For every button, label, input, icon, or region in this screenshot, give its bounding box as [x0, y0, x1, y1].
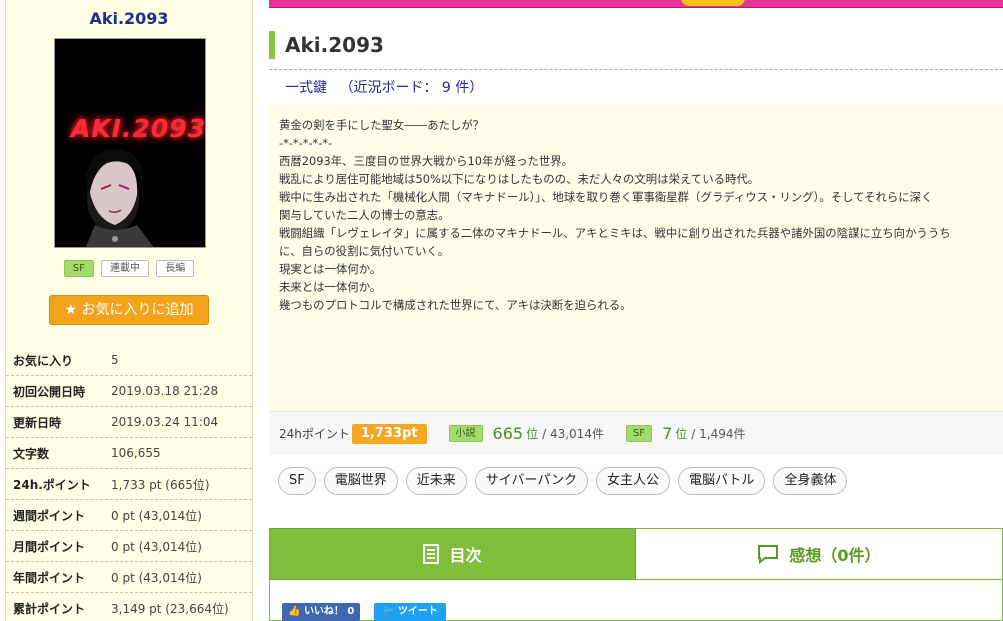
add-favorite-button[interactable]: ★ お気に入りに追加 [49, 295, 209, 325]
stat-value: 2019.03.18 21:28 [111, 384, 219, 398]
stat-label: お気に入り [13, 353, 74, 368]
stat-value: 106,655 [111, 446, 161, 460]
thumbs-up-icon: 👍 [288, 606, 301, 617]
stat-value: 0 pt (43,014位) [111, 508, 202, 523]
stat-label: 更新日時 [13, 415, 62, 430]
keyword-tag[interactable]: 電脳世界 [323, 467, 398, 495]
tab-table-of-contents[interactable]: 目次 [269, 528, 636, 580]
content-tabs: 目次 感想（0件） [269, 528, 1003, 580]
tab-impressions-label: 感想（0件） [789, 546, 881, 565]
comment-icon [757, 544, 779, 564]
rank-sf-number: 7 [662, 424, 673, 443]
like-label: いいね！ 0 [303, 606, 355, 617]
stat-label: 初回公開日時 [13, 384, 86, 399]
genre-tag-sf[interactable]: SF [63, 260, 94, 277]
rank-novel-total: / 43,014件 [542, 427, 604, 441]
tweet-button[interactable]: 🐦 ツイート [374, 603, 446, 621]
star-icon: ★ [64, 302, 78, 318]
author-line: 一式鍵 （近況ボード： 9 件） [285, 77, 483, 97]
work-info-sidebar: Aki.2093 AKI.2093 SF 連載中 長編 ★ お気に入りに追加 お… [5, 0, 253, 621]
points-ranking-bar: 24hポイント 1,733pt 小説 665 位 / 43,014件 SF 7 … [269, 411, 1003, 455]
author-link[interactable]: 一式鍵 [285, 80, 327, 96]
work-title-block: Aki.2093 [269, 31, 1003, 59]
stat-label: 週間ポイント [13, 508, 86, 523]
keyword-tag[interactable]: 女主人公 [596, 467, 671, 495]
board-link[interactable]: （近況ボード： 9 件） [339, 80, 483, 96]
24h-points-label: 24hポイント [279, 427, 350, 441]
rank-sf-total: / 1,494件 [691, 427, 746, 441]
cover-character-illustration [85, 148, 154, 247]
stat-label: 24h.ポイント [13, 477, 91, 492]
twitter-bird-icon: 🐦 [382, 606, 395, 617]
sidebar-work-title[interactable]: Aki.2093 [6, 9, 252, 31]
synopsis-line: 黄金の剣を手にした聖女――あたしが？ [279, 118, 485, 132]
stat-label: 月間ポイント [13, 539, 86, 554]
synopsis-line: 西暦2093年、三度目の世界大戦から10年が経った世界。 [279, 154, 574, 168]
length-tag-long: 長編 [156, 260, 195, 277]
stat-row-updated: 更新日時 2019.03.24 11:04 [6, 407, 252, 438]
stat-value: 2019.03.24 11:04 [111, 415, 219, 429]
page-title: Aki.2093 [285, 33, 384, 57]
stat-row-yearly-points: 年間ポイント 0 pt (43,014位) [6, 562, 252, 593]
stat-label: 文字数 [13, 446, 50, 461]
stat-row-favorites: お気に入り 5 [6, 345, 252, 376]
synopsis-line: -*-*-*-*-*- [279, 136, 333, 150]
banner-decoration [681, 0, 745, 6]
rank-novel-number: 665 [492, 424, 524, 443]
rank-category-novel[interactable]: 小説 [448, 425, 483, 442]
add-favorite-label: お気に入りに追加 [81, 302, 194, 318]
tab-impressions[interactable]: 感想（0件） [636, 528, 1003, 580]
stat-label: 年間ポイント [13, 570, 86, 585]
synopsis-line: 関与していた二人の博士の意志。 [279, 208, 450, 222]
rank-sf-unit: 位 [675, 427, 688, 441]
keyword-tag[interactable]: 近未来 [405, 467, 467, 495]
synopsis-line: 未来とは一体何か。 [279, 280, 382, 294]
synopsis-line: 現実とは一体何か。 [279, 262, 382, 276]
stat-value: 3,149 pt (23,664位) [111, 601, 229, 616]
status-tag-serializing: 連載中 [101, 260, 150, 277]
genre-tags: SF 連載中 長編 [6, 260, 252, 277]
synopsis-line: 戦中に生み出された「機械化人間（マキナドール）」、地球を取り巻く軍事衛星群（グラ… [279, 190, 933, 204]
stat-row-24h-points: 24h.ポイント 1,733 pt (665位) [6, 469, 252, 500]
stats-list: お気に入り 5 初回公開日時 2019.03.18 21:28 更新日時 201… [6, 345, 252, 621]
top-banner[interactable] [269, 0, 1003, 8]
tweet-label: ツイート [397, 606, 438, 617]
stat-row-char-count: 文字数 106,655 [6, 438, 252, 469]
rank-category-sf[interactable]: SF [625, 425, 653, 442]
keyword-tag[interactable]: 全身義体 [773, 467, 848, 495]
stat-value: 0 pt (43,014位) [111, 570, 202, 585]
title-divider [269, 69, 1003, 70]
keyword-tag[interactable]: 電脳バトル [678, 467, 766, 495]
synopsis-line: 戦闘組織「レヴェレイタ」に属する二体のマキナドール、アキとミキは、戦中に創り出さ… [279, 226, 951, 240]
facebook-like-button[interactable]: 👍 いいね！ 0 [282, 603, 361, 621]
synopsis-line: に、自らの役割に気付いていく。 [279, 244, 450, 258]
stat-value: 0 pt (43,014位) [111, 539, 202, 554]
stat-value: 5 [111, 353, 119, 367]
document-icon [423, 544, 440, 564]
synopsis-line: 戦乱により居住可能地域は50%以下になりはしたものの、未だ人々の文明は栄えている… [279, 172, 760, 186]
rank-novel-unit: 位 [526, 427, 539, 441]
stat-row-monthly-points: 月間ポイント 0 pt (43,014位) [6, 531, 252, 562]
keyword-tag[interactable]: SF [278, 467, 316, 495]
stat-row-total-points: 累計ポイント 3,149 pt (23,664位) [6, 593, 252, 621]
tab-toc-label: 目次 [449, 546, 482, 565]
stat-row-first-published: 初回公開日時 2019.03.18 21:28 [6, 376, 252, 407]
keyword-tag-list: SF 電脳世界 近未来 サイバーパンク 女主人公 電脳バトル 全身義体 [278, 467, 998, 495]
synopsis-line: 幾つものプロトコルで構成された世界にて、アキは決断を迫られる。 [279, 298, 632, 312]
synopsis-box: 黄金の剣を手にした聖女――あたしが？ -*-*-*-*-*- 西暦2093年、三… [269, 104, 1003, 411]
cover-image[interactable]: AKI.2093 [54, 38, 206, 248]
stat-value: 1,733 pt (665位) [111, 477, 210, 492]
stat-label: 累計ポイント [13, 601, 86, 616]
keyword-tag[interactable]: サイバーパンク [474, 467, 589, 495]
stat-row-weekly-points: 週間ポイント 0 pt (43,014位) [6, 500, 252, 531]
24h-points-badge: 1,733pt [351, 423, 427, 444]
